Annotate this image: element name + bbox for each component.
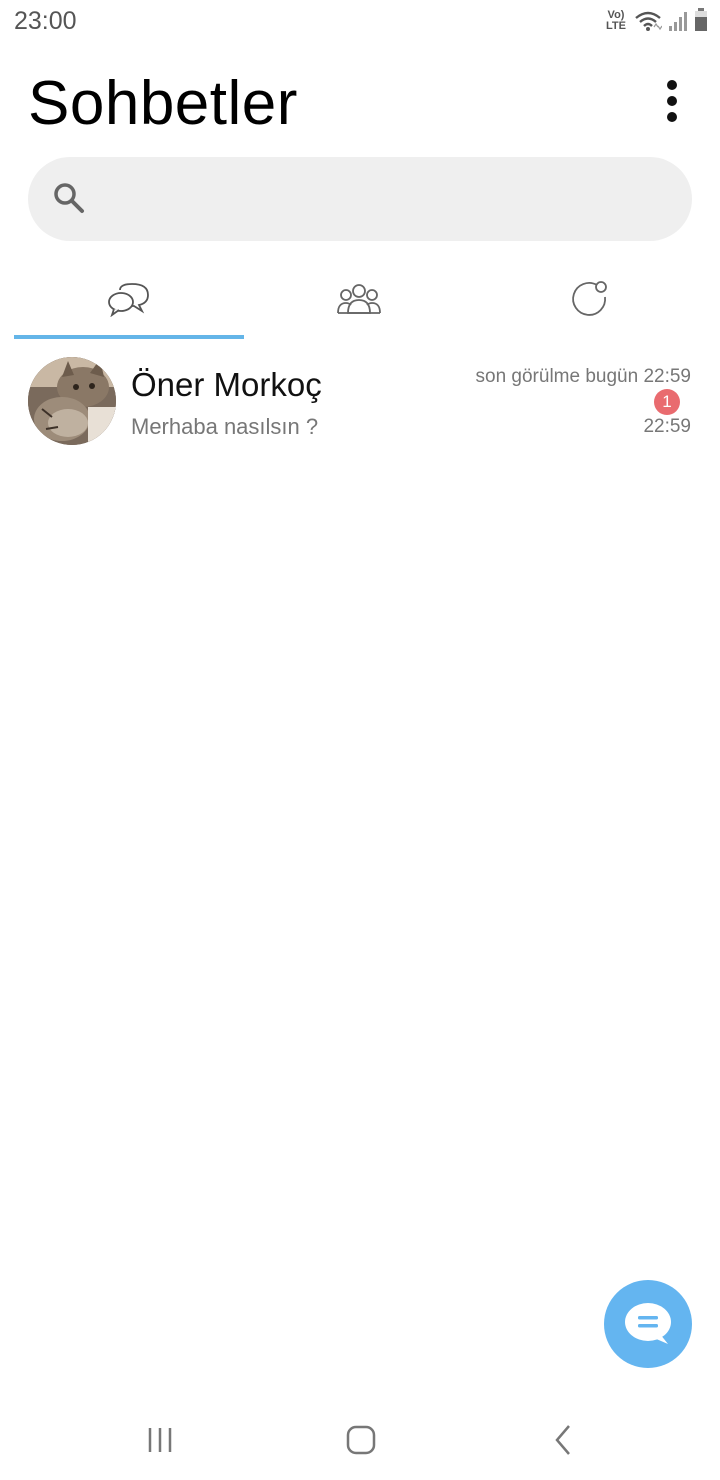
new-chat-button[interactable]	[604, 1280, 692, 1368]
tab-bar	[14, 262, 706, 340]
battery-icon	[695, 8, 707, 31]
chat-list-item[interactable]: Öner Morkoç Merhaba nasılsın ? son görül…	[0, 344, 720, 454]
chat-preview: Merhaba nasılsın ?	[131, 414, 319, 439]
search-input[interactable]	[108, 157, 672, 243]
tab-status[interactable]	[474, 262, 704, 336]
home-icon[interactable]	[341, 1420, 381, 1460]
search-icon	[54, 183, 84, 213]
groups-icon	[337, 284, 381, 314]
cat-photo	[28, 357, 116, 445]
chat-time: 22:59	[643, 416, 691, 437]
status-bar: 23:00 Vo) LTE	[0, 0, 720, 44]
back-icon[interactable]	[543, 1420, 583, 1460]
more-options-button[interactable]	[662, 80, 682, 124]
recents-icon[interactable]	[140, 1420, 180, 1460]
volte-icon: Vo) LTE	[606, 9, 626, 32]
app-header: Sohbetler	[0, 60, 720, 150]
chat-name: Öner Morkoç	[131, 366, 322, 403]
tab-groups[interactable]	[244, 262, 474, 336]
more-vertical-icon	[667, 80, 677, 90]
search-bar[interactable]	[28, 157, 692, 243]
chats-icon	[108, 283, 149, 317]
signal-icon	[669, 12, 687, 31]
tab-indicator	[14, 335, 244, 339]
status-icons: Vo) LTE	[604, 8, 708, 32]
status-time: 23:00	[14, 7, 77, 35]
last-seen-text: son görülme bugün 22:59	[475, 366, 692, 387]
avatar[interactable]	[28, 357, 116, 445]
new-chat-icon	[625, 1303, 671, 1344]
system-nav-bar	[0, 1400, 720, 1480]
unread-badge: 1	[654, 389, 680, 415]
status-icon	[572, 281, 607, 316]
wifi-icon	[635, 11, 662, 31]
page-title: Sohbetler	[28, 69, 298, 138]
tab-chats[interactable]	[14, 262, 244, 336]
